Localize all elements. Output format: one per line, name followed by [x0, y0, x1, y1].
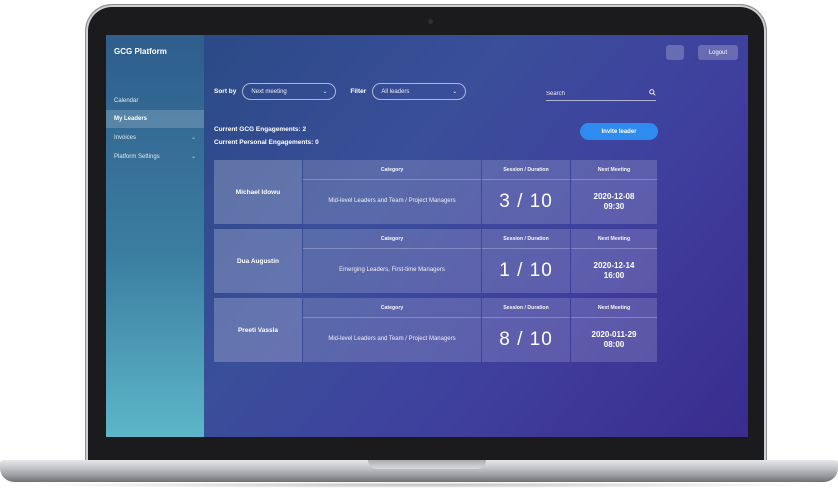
sidebar-item-label: My Leaders — [114, 116, 148, 122]
filter-dropdown[interactable]: All leaders ⌄ — [372, 83, 467, 100]
main-panel: Logout Sort by Next meeting ⌄ Filter All… — [204, 35, 748, 437]
search-icon[interactable] — [649, 89, 656, 98]
search-input[interactable] — [546, 89, 626, 98]
chevron-down-icon: ⌄ — [190, 154, 196, 160]
category-cell: Category Mid-level Leaders and Team / Pr… — [303, 298, 481, 362]
sort-dropdown[interactable]: Next meeting ⌄ — [242, 83, 337, 100]
leader-card[interactable]: Michael Idowu Category Mid-level Leaders… — [214, 160, 658, 224]
sort-value: Next meeting — [251, 88, 287, 95]
session-cell: Session / Duration 3 / 10 — [482, 160, 570, 224]
sidebar: GCG Platform Calendar My Leaders Invoice… — [106, 35, 204, 437]
next-meeting-cell: Next Meeting 2020-12-08 09:30 — [571, 160, 657, 224]
next-meeting-date: 2020-12-14 — [593, 260, 635, 270]
invite-leader-button[interactable]: Invite leader — [580, 123, 658, 140]
logout-button[interactable]: Logout — [698, 45, 738, 60]
sidebar-item-label: Platform Settings — [114, 153, 160, 160]
session-value: 3 / 10 — [499, 190, 553, 212]
next-meeting-date: 2020-011-29 — [591, 329, 637, 339]
category-header: Category — [303, 160, 481, 180]
filter-label: Filter — [350, 88, 367, 95]
session-cell: Session / Duration 1 / 10 — [482, 229, 570, 293]
leader-name: Michael Idowu — [214, 160, 302, 224]
next-meeting-date: 2020-12-08 — [593, 191, 635, 201]
sidebar-item-label: Invoices — [114, 134, 137, 141]
chevron-down-icon: ⌄ — [322, 89, 328, 95]
category-value: Mid-level Leaders and Team / Project Man… — [328, 198, 456, 205]
personal-engagements-count: Current Personal Engagements: 0 — [214, 139, 319, 146]
laptop-opening-notch — [368, 460, 486, 469]
category-cell: Category Emerging Leaders, First-time Ma… — [303, 229, 481, 293]
next-meeting-cell: Next Meeting 2020-12-14 16:00 — [571, 229, 657, 293]
sidebar-item-platform-settings[interactable]: Platform Settings ⌄ — [106, 147, 204, 166]
app-screen: GCG Platform Calendar My Leaders Invoice… — [106, 35, 748, 437]
next-meeting-time: 08:00 — [603, 339, 625, 349]
next-meeting-header: Next Meeting — [571, 298, 657, 318]
leaders-list: Michael Idowu Category Mid-level Leaders… — [214, 160, 658, 367]
filter-value: All leaders — [381, 88, 410, 95]
session-header: Session / Duration — [482, 160, 570, 180]
next-meeting-time: 09:30 — [603, 201, 625, 211]
laptop-shadow — [10, 482, 828, 488]
category-value: Mid-level Leaders and Team / Project Man… — [328, 336, 456, 343]
category-header: Category — [303, 229, 481, 249]
leader-card[interactable]: Dua Augustin Category Emerging Leaders, … — [214, 229, 658, 293]
category-value: Emerging Leaders, First-time Managers — [339, 267, 445, 274]
sidebar-item-calendar[interactable]: Calendar — [106, 92, 204, 110]
webcam — [428, 19, 433, 24]
category-header: Category — [303, 298, 481, 318]
next-meeting-time: 16:00 — [603, 270, 625, 280]
session-header: Session / Duration — [482, 298, 570, 318]
sort-label: Sort by — [214, 88, 237, 95]
chevron-down-icon: ⌄ — [452, 89, 458, 95]
next-meeting-header: Next Meeting — [571, 160, 657, 180]
gcg-engagements-count: Current GCG Engagements: 2 — [214, 126, 307, 133]
next-meeting-header: Next Meeting — [571, 229, 657, 249]
leader-card[interactable]: Preeti Vassla Category Mid-level Leaders… — [214, 298, 658, 362]
session-cell: Session / Duration 8 / 10 — [482, 298, 570, 362]
session-value: 8 / 10 — [499, 328, 553, 350]
session-header: Session / Duration — [482, 229, 570, 249]
filter-row: Sort by Next meeting ⌄ Filter All leader… — [214, 83, 467, 100]
brand-logo: GCG Platform — [114, 47, 167, 56]
leader-name: Dua Augustin — [214, 229, 302, 293]
notifications-button[interactable] — [666, 45, 684, 60]
sidebar-item-label: Calendar — [114, 98, 139, 104]
session-value: 1 / 10 — [499, 259, 553, 281]
category-cell: Category Mid-level Leaders and Team / Pr… — [303, 160, 481, 224]
chevron-down-icon: ⌄ — [190, 135, 196, 141]
leader-name: Preeti Vassla — [214, 298, 302, 362]
sidebar-item-invoices[interactable]: Invoices ⌄ — [106, 128, 204, 147]
next-meeting-cell: Next Meeting 2020-011-29 08:00 — [571, 298, 657, 362]
sidebar-item-my-leaders[interactable]: My Leaders — [106, 110, 204, 128]
search-box — [546, 89, 656, 101]
